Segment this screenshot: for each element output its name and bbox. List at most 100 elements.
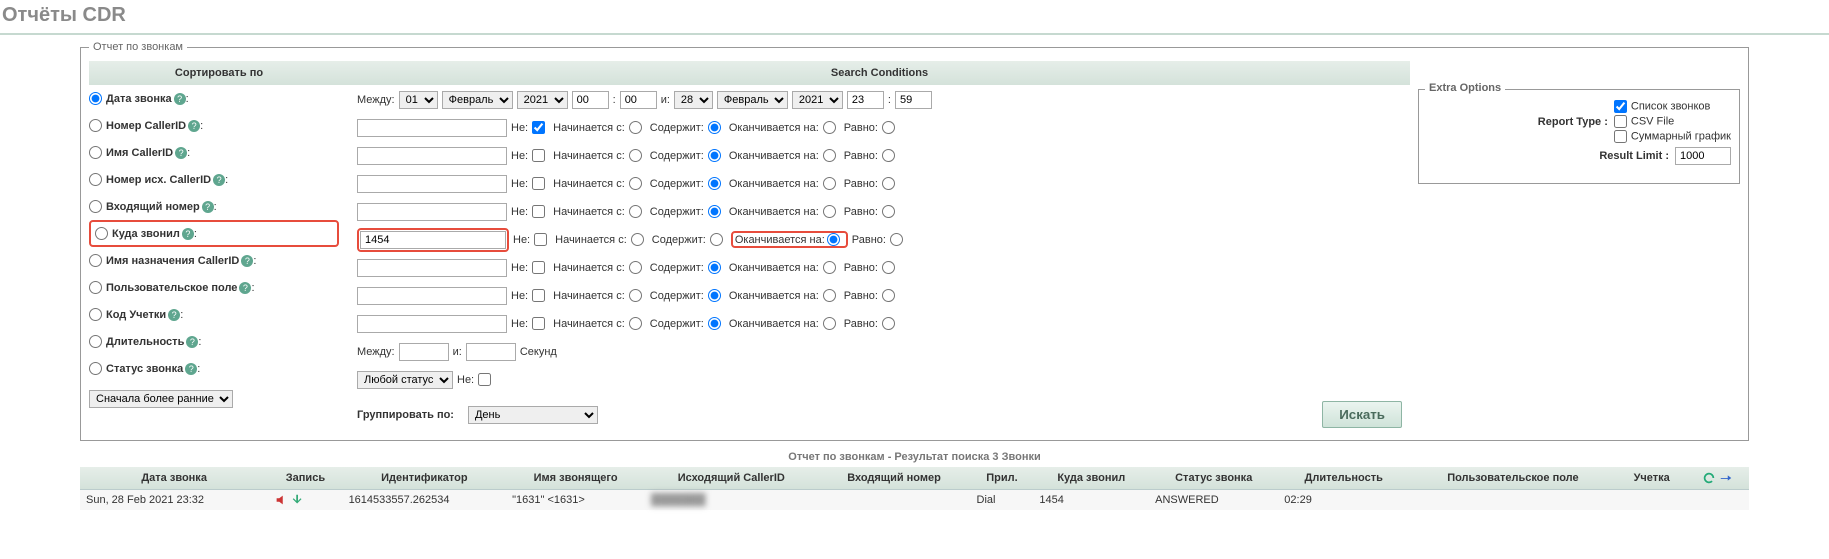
filter-ends-3[interactable] (823, 205, 836, 218)
sort-label-8: Код Учетки (106, 309, 166, 321)
filter-contains-2[interactable] (708, 177, 721, 190)
sort-radio-8[interactable] (89, 308, 102, 321)
filter-equals-3[interactable] (882, 205, 895, 218)
call-list-checkbox[interactable] (1614, 100, 1627, 113)
date-to-day[interactable]: 28 (674, 91, 713, 109)
sort-radio-9[interactable] (89, 335, 102, 348)
sort-radio-4[interactable] (89, 200, 102, 213)
filter-input-2[interactable] (357, 175, 507, 193)
filter-input-1[interactable] (357, 147, 507, 165)
filter-ends-6[interactable] (823, 289, 836, 302)
filter-contains-5[interactable] (708, 261, 721, 274)
filter-begins-7[interactable] (629, 317, 642, 330)
filter-equals-6[interactable] (882, 289, 895, 302)
result-col-8: Статус звонка (1149, 467, 1278, 490)
download-icon[interactable] (291, 493, 305, 507)
filter-ends-0[interactable] (823, 121, 836, 134)
sort-radio-10[interactable] (89, 362, 102, 375)
filter-input-5[interactable] (357, 259, 507, 277)
date-from-hh[interactable] (572, 91, 609, 109)
group-by-select[interactable]: День (468, 406, 598, 424)
opt-summary[interactable]: Суммарный график (1614, 130, 1731, 143)
filter-not-5[interactable] (532, 261, 545, 274)
help-icon[interactable]: ? (168, 309, 180, 321)
date-to-year[interactable]: 2021 (792, 91, 843, 109)
filter-equals-5[interactable] (882, 261, 895, 274)
filter-not-0[interactable] (532, 121, 545, 134)
help-icon[interactable]: ? (239, 282, 251, 294)
filter-not-4[interactable] (534, 233, 547, 246)
result-limit-input[interactable] (1675, 147, 1731, 165)
filter-equals-0[interactable] (882, 121, 895, 134)
date-to-mm[interactable] (895, 91, 932, 109)
csv-checkbox[interactable] (1614, 115, 1627, 128)
help-icon[interactable]: ? (174, 93, 186, 105)
filter-input-7[interactable] (357, 315, 507, 333)
help-icon[interactable]: ? (188, 120, 200, 132)
duration-from[interactable] (399, 343, 449, 361)
filter-input-6[interactable] (357, 287, 507, 305)
status-not-checkbox[interactable] (478, 373, 491, 386)
sort-radio-5[interactable] (95, 227, 108, 240)
speaker-icon[interactable] (274, 493, 288, 507)
filter-ends-7[interactable] (823, 317, 836, 330)
help-icon[interactable]: ? (241, 255, 253, 267)
filter-contains-1[interactable] (708, 149, 721, 162)
filter-not-3[interactable] (532, 205, 545, 218)
filter-equals-7[interactable] (882, 317, 895, 330)
date-from-year[interactable]: 2021 (517, 91, 568, 109)
sort-radio-1[interactable] (89, 119, 102, 132)
filter-not-2[interactable] (532, 177, 545, 190)
filter-begins-3[interactable] (629, 205, 642, 218)
sort-radio-7[interactable] (89, 281, 102, 294)
duration-to[interactable] (466, 343, 516, 361)
sort-radio-0[interactable] (89, 92, 102, 105)
filter-input-3[interactable] (357, 203, 507, 221)
filter-ends-2[interactable] (823, 177, 836, 190)
filter-equals-1[interactable] (882, 149, 895, 162)
date-from-mm[interactable] (620, 91, 657, 109)
filter-contains-3[interactable] (708, 205, 721, 218)
filter-contains-7[interactable] (708, 317, 721, 330)
sort-radio-3[interactable] (89, 173, 102, 186)
sort-radio-6[interactable] (89, 254, 102, 267)
filter-begins-4[interactable] (631, 233, 644, 246)
filter-ends-1[interactable] (823, 149, 836, 162)
help-icon[interactable]: ? (185, 363, 197, 375)
date-to-hh[interactable] (847, 91, 884, 109)
date-from-day[interactable]: 01 (399, 91, 438, 109)
sort-radio-2[interactable] (89, 146, 102, 159)
date-to-month[interactable]: Февраль (717, 91, 788, 109)
help-icon[interactable]: ? (202, 201, 214, 213)
filter-ends-4[interactable] (827, 233, 840, 246)
help-icon[interactable]: ? (186, 336, 198, 348)
filter-begins-1[interactable] (629, 149, 642, 162)
filter-contains-4[interactable] (710, 233, 723, 246)
filter-equals-2[interactable] (882, 177, 895, 190)
sort-order-select[interactable]: Сначала более ранние (89, 390, 233, 408)
filter-begins-0[interactable] (629, 121, 642, 134)
help-icon[interactable]: ? (213, 174, 225, 186)
filter-input-0[interactable] (357, 119, 507, 137)
opt-csv[interactable]: СSV File (1614, 115, 1731, 128)
filter-not-7[interactable] (532, 317, 545, 330)
filter-contains-0[interactable] (708, 121, 721, 134)
status-select[interactable]: Любой статус (357, 371, 453, 389)
date-from-month[interactable]: Февраль (442, 91, 513, 109)
filter-equals-4[interactable] (890, 233, 903, 246)
opt-call-list[interactable]: Список звонков (1614, 100, 1731, 113)
filter-begins-6[interactable] (629, 289, 642, 302)
filter-not-1[interactable] (532, 149, 545, 162)
filter-input-4[interactable] (360, 231, 506, 249)
reload-icon[interactable] (1702, 471, 1716, 485)
filter-not-6[interactable] (532, 289, 545, 302)
filter-ends-5[interactable] (823, 261, 836, 274)
filter-contains-6[interactable] (708, 289, 721, 302)
help-icon[interactable]: ? (182, 228, 194, 240)
filter-begins-5[interactable] (629, 261, 642, 274)
search-button[interactable]: Искать (1322, 401, 1402, 428)
filter-begins-2[interactable] (629, 177, 642, 190)
summary-checkbox[interactable] (1614, 130, 1627, 143)
arrow-icon[interactable] (1719, 471, 1733, 485)
help-icon[interactable]: ? (175, 147, 187, 159)
